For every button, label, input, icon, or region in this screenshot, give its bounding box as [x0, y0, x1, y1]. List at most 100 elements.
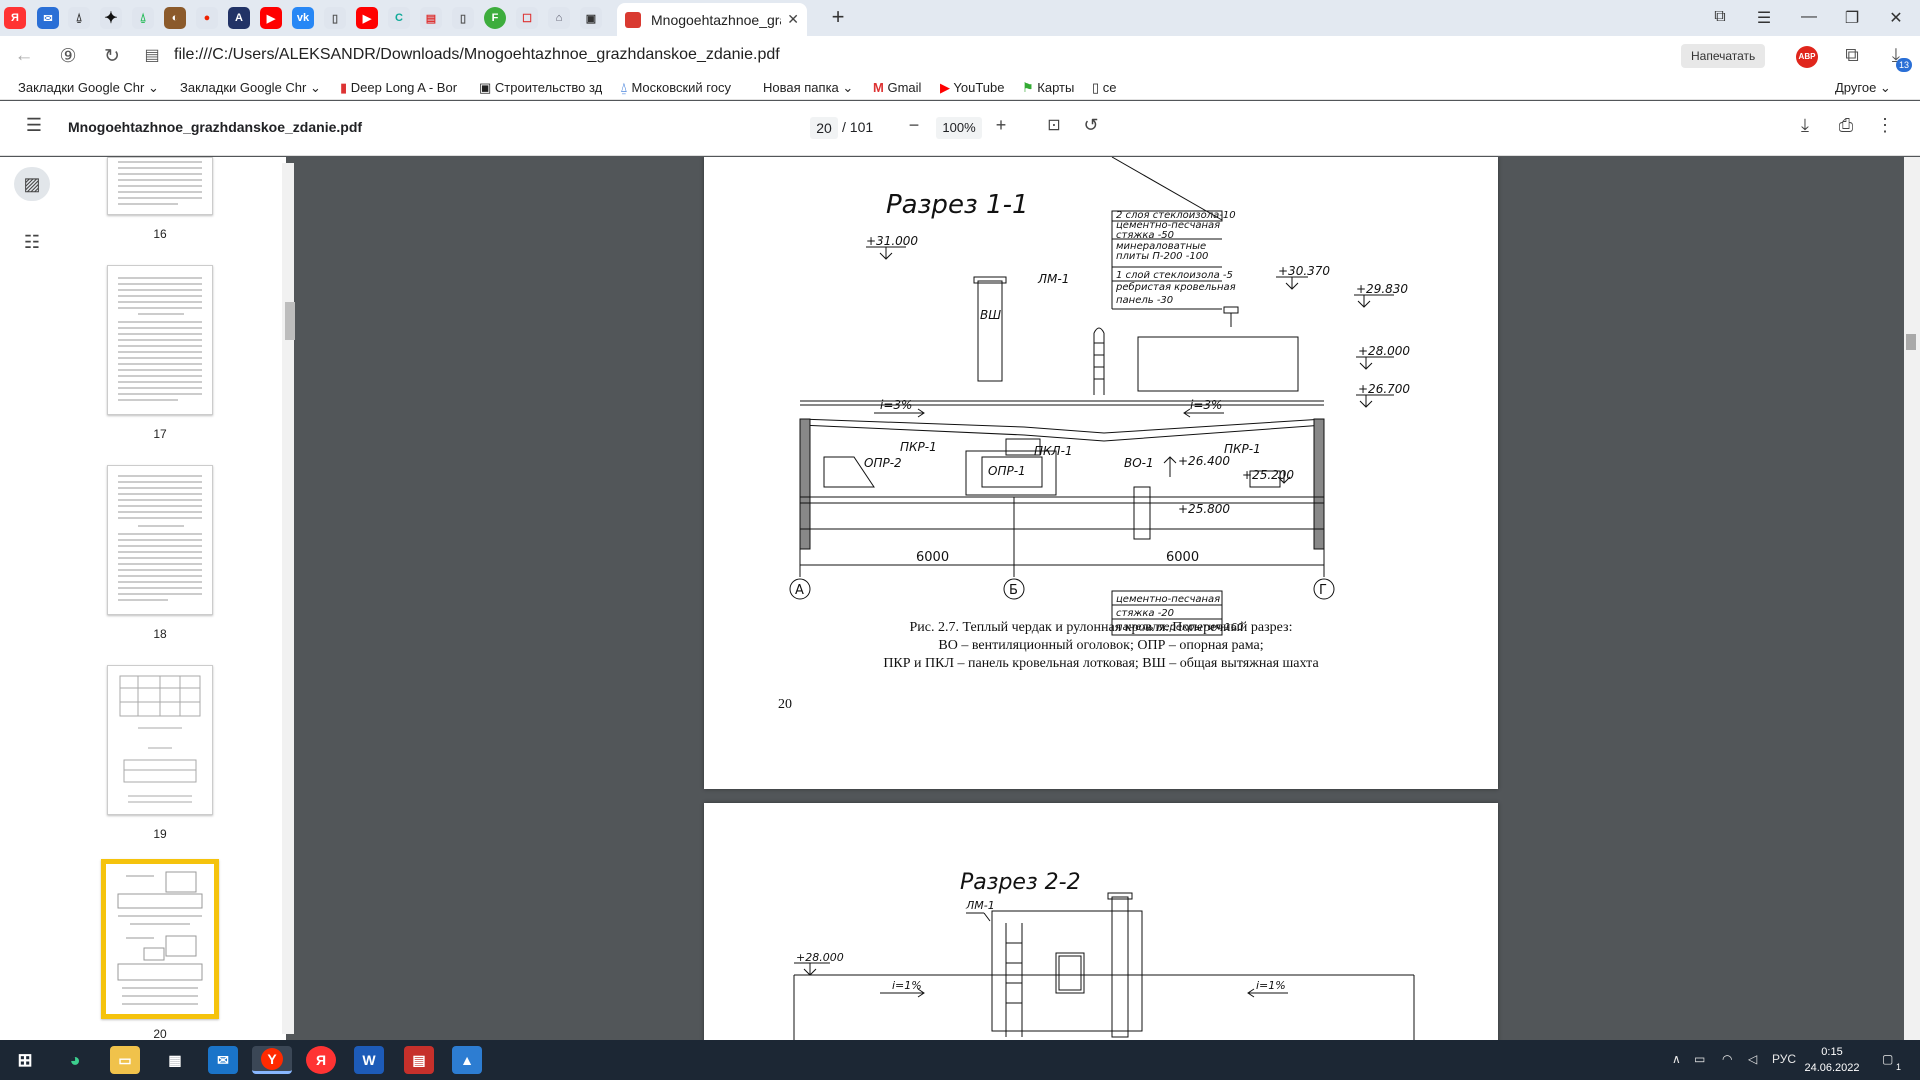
thumbnail-label: 20 [153, 1027, 167, 1041]
zoom-out-icon[interactable]: − [902, 115, 926, 136]
thumbnail-page[interactable] [107, 465, 213, 615]
tab-active-pdf[interactable]: Mnogoehtazhnoe_grazh ✕ [617, 3, 807, 36]
youtube-tab-icon[interactable]: ▶ [260, 7, 282, 29]
thumbnail-page[interactable] [107, 665, 213, 815]
close-icon[interactable]: ✕ [787, 11, 799, 28]
notifications-icon[interactable]: ▢ [1882, 1052, 1893, 1066]
battery-icon[interactable]: ▭ [1694, 1052, 1705, 1066]
edge-icon[interactable]: ◕ [60, 1046, 90, 1074]
element-label: ПКР-1 [900, 440, 937, 454]
back-icon[interactable]: ← [12, 45, 36, 67]
tab-strip: Я ✉ ⍙ ✦ ⍙ ◐ ● A ▶ vk ▯ ▶ C ▤ ▯ F ☐ ⌂ ▣ M… [0, 0, 1920, 36]
deepl-tab-icon[interactable]: ◐ [164, 7, 186, 29]
sidebar-scrollbar-thumb[interactable] [285, 302, 295, 340]
mail-app-icon[interactable]: ✉ [208, 1046, 238, 1074]
pdf-tab-icon[interactable]: ▤ [420, 7, 442, 29]
thumbnail-label: 17 [153, 427, 167, 441]
download-icon[interactable]: ⤓ [1793, 115, 1817, 136]
thumbnail-label: 19 [153, 827, 167, 841]
chat-tab-icon[interactable]: ☐ [516, 7, 538, 29]
mosgu-tab-icon[interactable]: ⍙ [68, 7, 90, 29]
store-icon[interactable]: ▦ [160, 1046, 190, 1074]
thumbnail-page[interactable] [107, 157, 213, 215]
hamburger-menu-icon[interactable]: ☰ [22, 115, 46, 136]
page-number-input[interactable]: 20 [810, 117, 838, 139]
layer-label: панель -30 [1116, 295, 1173, 306]
sidebar-scrollbar[interactable] [282, 163, 294, 1034]
layer-label: цементно-песчаная [1116, 594, 1220, 605]
element-label: ПКЛ-1 [1034, 444, 1073, 458]
language-indicator[interactable]: РУС [1772, 1052, 1796, 1066]
vk-tab-icon[interactable]: vk [292, 7, 314, 29]
volume-icon[interactable]: ◁ [1748, 1052, 1757, 1066]
fit-page-icon[interactable]: ⊡ [1042, 115, 1066, 135]
tree-tab-icon[interactable]: ⍙ [132, 7, 154, 29]
bookmark-item[interactable]: ▣ Строительство зд [479, 80, 602, 96]
document-viewport[interactable]: Разрез 1-1 2 слоя стеклоизола-10 цементн… [296, 157, 1920, 1040]
pdf-tab-icon-2[interactable]: ▣ [580, 7, 602, 29]
print-page-button[interactable]: Напечатать [1681, 44, 1766, 68]
thumbnail-drawing [119, 675, 201, 803]
youtube-tab-icon-2[interactable]: ▶ [356, 7, 378, 29]
layer-label: стяжка -20 [1116, 608, 1174, 619]
thumbnail-page-selected[interactable] [101, 859, 219, 1019]
word-icon[interactable]: W [354, 1046, 384, 1074]
element-label: ВО-1 [1124, 456, 1154, 470]
layer-label: 1 слой стеклоизола -5 [1116, 270, 1233, 281]
document-scrollbar[interactable] [1904, 157, 1920, 1040]
doc-tab-icon-2[interactable]: ▯ [452, 7, 474, 29]
zoom-in-icon[interactable]: + [989, 115, 1013, 136]
photos-icon[interactable]: ▲ [452, 1046, 482, 1074]
adblock-icon[interactable]: ABP [1796, 46, 1818, 68]
url-field[interactable]: file:///C:/Users/ALEKSANDR/Downloads/Mno… [174, 46, 780, 64]
minimize-icon[interactable]: — [1797, 8, 1821, 26]
bookmark-other[interactable]: Другое ⌄ [1835, 80, 1891, 96]
thumbnails-view-icon[interactable]: ▨ [14, 167, 50, 201]
tray-chevron-icon[interactable]: ∧ [1672, 1052, 1681, 1066]
caption-line: ПКР и ПКЛ – панель кровельная лотковая; … [883, 656, 1319, 671]
thumbnail-page[interactable] [107, 265, 213, 415]
yandex-tab-icon[interactable]: Я [4, 7, 26, 29]
web-tab-icon[interactable]: ⌂ [548, 7, 570, 29]
bookmark-panel-icon[interactable]: ⧉ [1708, 8, 1732, 26]
bookmark-item[interactable]: Закладки Google Chr ⌄ [18, 80, 159, 96]
a-tab-icon[interactable]: A [228, 7, 250, 29]
bookmark-item[interactable]: ▯ ce [1092, 80, 1117, 96]
bookmark-item[interactable]: ▮ Deep Long A - Bor [340, 80, 457, 96]
reload-icon[interactable]: ↻ [100, 45, 124, 68]
element-label: ЛМ-1 [965, 899, 995, 912]
rotate-icon[interactable]: ↺ [1079, 115, 1103, 136]
winrar-icon[interactable]: ▤ [404, 1046, 434, 1074]
print-icon[interactable]: ⎙ [1834, 115, 1858, 136]
bookmark-maps[interactable]: ⚑ Карты [1022, 80, 1074, 96]
new-tab-button[interactable]: + [826, 6, 850, 30]
outline-view-icon[interactable]: ☷ [14, 225, 50, 259]
yandex-home-icon[interactable]: ⑨ [56, 45, 80, 68]
bookmark-youtube[interactable]: ▶ YouTube [940, 80, 1004, 96]
clock[interactable]: 0:15 24.06.2022 [1802, 1044, 1862, 1076]
menu-icon[interactable]: ☰ [1752, 8, 1776, 28]
thumbnail-text-lines [118, 277, 202, 401]
c-tab-icon[interactable]: C [388, 7, 410, 29]
elevation-label: +25.200 [1242, 468, 1294, 482]
extensions-icon[interactable]: ⧉ [1840, 45, 1864, 67]
wifi-icon[interactable]: ◠ [1722, 1052, 1732, 1066]
file-explorer-icon[interactable]: ▭ [110, 1046, 140, 1074]
windows-start-icon[interactable]: ⊞ [10, 1046, 40, 1074]
opera-tab-icon[interactable]: ● [196, 7, 218, 29]
mail-tab-icon[interactable]: ✉ [37, 7, 59, 29]
plus-tab-icon[interactable]: ✦ [100, 7, 122, 29]
document-scrollbar-thumb[interactable] [1906, 334, 1916, 350]
yandex-icon[interactable]: Я [306, 1046, 336, 1074]
doc-tab-icon[interactable]: ▯ [324, 7, 346, 29]
bookmark-item[interactable]: ⍙ Московский госу [620, 80, 731, 96]
zoom-input[interactable]: 100% [936, 117, 982, 139]
f-tab-icon[interactable]: F [484, 7, 506, 29]
bookmark-folder[interactable]: Новая папка ⌄ [763, 80, 853, 96]
yandex-browser-icon[interactable]: Y [252, 1046, 292, 1074]
bookmark-gmail[interactable]: M Gmail [873, 80, 921, 95]
restore-icon[interactable]: ❐ [1840, 8, 1864, 28]
bookmark-item[interactable]: Закладки Google Chr ⌄ [180, 80, 321, 96]
close-window-icon[interactable]: ✕ [1884, 8, 1908, 28]
more-options-icon[interactable]: ⋮ [1873, 115, 1897, 136]
